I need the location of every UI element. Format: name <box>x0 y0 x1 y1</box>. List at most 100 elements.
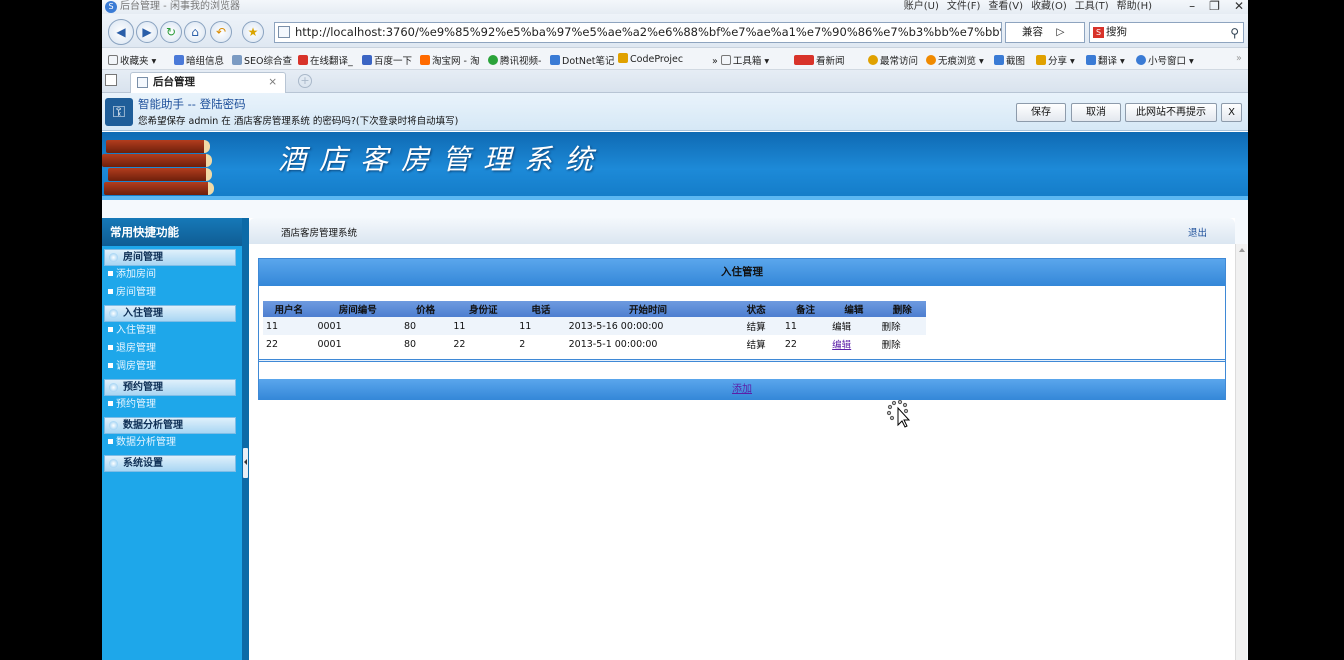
sidebar-group-rooms[interactable]: 房间管理 <box>104 249 236 266</box>
browser-logo-icon: S <box>105 1 117 13</box>
bookmark-favorites[interactable]: 收藏夹 ▾ <box>108 53 156 67</box>
site-banner: 酒店客房管理系统 <box>102 132 1248 200</box>
close-window-icon[interactable]: ✕ <box>1234 0 1244 13</box>
panel-footer: 添加 <box>259 379 1225 400</box>
group-icon <box>109 309 118 318</box>
compat-mode-button[interactable]: 兼容 ▷ <box>1005 22 1085 43</box>
address-bar[interactable]: http://localhost:3760/%e9%85%92%e5%ba%97… <box>274 22 1002 43</box>
menu-view[interactable]: 查看(V) <box>988 0 1023 13</box>
back-arrow-icon[interactable]: ◀ <box>108 19 134 45</box>
delete-link[interactable]: 删除 <box>878 317 926 335</box>
tab-title: 后台管理 <box>153 76 195 88</box>
search-icon[interactable]: ⚲ <box>1230 24 1239 43</box>
bookmark-item[interactable]: 淘宝网 - 淘 <box>420 53 479 67</box>
bookmark-item[interactable]: 分享 ▾ <box>1036 53 1075 67</box>
bookmark-item[interactable]: 百度一下 <box>362 53 412 67</box>
title-bar: S 后台管理 - 闲事我的浏览器 账户(U) 文件(F) 查看(V) 收藏(O)… <box>102 0 1248 14</box>
menu-favorites[interactable]: 收藏(O) <box>1031 0 1067 13</box>
table-header-row: 用户名 房间编号 价格 身份证 电话 开始时间 状态 备注 编辑 删除 <box>263 301 926 317</box>
bookmark-item[interactable]: 最常访问 <box>868 53 918 67</box>
bookmark-item[interactable]: 无痕浏览 ▾ <box>926 53 984 67</box>
menu-file[interactable]: 文件(F) <box>947 0 981 13</box>
cell-id-card: 11 <box>450 317 517 335</box>
col-start-time: 开始时间 <box>565 301 731 317</box>
cell-phone: 2 <box>519 338 526 350</box>
cell-price: 80 <box>403 338 417 350</box>
bookmark-item[interactable]: 看新闻 <box>794 53 845 67</box>
panel-divider <box>259 359 1225 362</box>
sidebar-item-room-manage[interactable]: 房间管理 <box>102 284 242 302</box>
main-panel: 酒店客房管理系统 退出 入住管理 用户名 房间编号 价格 身份证 电话 开始时间 <box>249 218 1247 660</box>
tab-list-icon[interactable] <box>105 74 117 86</box>
cell-room-no: 0001 <box>317 338 342 350</box>
bookmark-item[interactable]: DotNet笔记 <box>550 53 615 67</box>
sidebar-splitter[interactable] <box>242 218 249 660</box>
sidebar-item-reservation-manage[interactable]: 预约管理 <box>102 396 242 414</box>
cell-start-time: 2013-5-1 00:00:00 <box>568 338 658 350</box>
page-icon <box>278 26 290 38</box>
panel-title: 入住管理 <box>259 259 1225 286</box>
more-bookmarks-icon[interactable]: » <box>1236 53 1242 64</box>
tab-admin[interactable]: 后台管理 × <box>130 72 286 93</box>
sidebar-group-settings[interactable]: 系统设置 <box>104 455 236 472</box>
refresh-icon[interactable]: ↻ <box>160 21 182 43</box>
password-helper-title: 智能助手 -- 登陆密码 <box>138 97 246 111</box>
bookmark-item[interactable]: SEO综合查 <box>232 53 292 67</box>
sidebar-item-checkout-manage[interactable]: 退房管理 <box>102 340 242 358</box>
search-input[interactable]: S 搜狗 ⚲ <box>1089 22 1244 43</box>
tab-close-icon[interactable]: × <box>268 73 277 92</box>
home-icon[interactable]: ⌂ <box>184 21 206 43</box>
save-password-button[interactable]: 保存 <box>1016 103 1066 122</box>
sidebar-item-analytics-manage[interactable]: 数据分析管理 <box>102 434 242 452</box>
edit-link[interactable]: 编辑 <box>829 317 879 335</box>
menu-tools[interactable]: 工具(T) <box>1075 0 1109 13</box>
sidebar-item-room-change[interactable]: 调房管理 <box>102 358 242 376</box>
edit-link-visited[interactable]: 编辑 <box>832 340 851 351</box>
never-prompt-button[interactable]: 此网站不再提示 <box>1125 103 1217 122</box>
undo-icon[interactable]: ↶ <box>210 21 232 43</box>
url-text: http://localhost:3760/%e9%85%92%e5%ba%97… <box>295 25 1002 39</box>
sidebar-group-reservation[interactable]: 预约管理 <box>104 379 236 396</box>
sidebar-group-analytics[interactable]: 数据分析管理 <box>104 417 236 434</box>
search-value: 搜狗 <box>1106 26 1127 38</box>
scrollbar[interactable] <box>1235 244 1247 660</box>
favorite-star-icon[interactable]: ★ <box>242 21 264 43</box>
menu-help[interactable]: 帮助(H) <box>1117 0 1152 13</box>
cell-username: 22 <box>266 338 279 350</box>
add-link[interactable]: 添加 <box>732 384 752 395</box>
menu-account[interactable]: 账户(U) <box>904 0 939 13</box>
close-helper-button[interactable]: X <box>1221 103 1242 122</box>
forward-arrow-icon[interactable]: ▶ <box>136 21 158 43</box>
collapse-sidebar-icon[interactable] <box>243 448 248 478</box>
restore-icon[interactable]: ❐ <box>1209 0 1220 13</box>
col-remark: 备注 <box>781 301 830 317</box>
bookmark-item[interactable]: 腾讯视频- <box>488 53 541 67</box>
play-icon[interactable]: ▷ <box>1056 26 1064 38</box>
minimize-icon[interactable]: – <box>1189 0 1195 13</box>
edit-link[interactable]: 编辑 <box>829 335 878 353</box>
group-icon <box>109 253 118 262</box>
sidebar-item-add-room[interactable]: 添加房间 <box>102 266 242 284</box>
sidebar-item-checkin-manage[interactable]: 入住管理 <box>102 322 242 340</box>
logout-link[interactable]: 退出 <box>1188 225 1207 239</box>
sidebar-group-checkin[interactable]: 入住管理 <box>104 305 236 322</box>
cell-start-time: 2013-5-16 00:00:00 <box>565 317 731 335</box>
col-room-no: 房间编号 <box>314 301 401 317</box>
cell-phone: 11 <box>516 317 566 335</box>
tab-strip: 后台管理 × + <box>102 70 1248 93</box>
bookmark-item[interactable]: 翻译 ▾ <box>1086 53 1125 67</box>
new-tab-icon[interactable]: + <box>298 74 312 88</box>
bookmark-item[interactable]: 在线翻译_ <box>298 53 353 67</box>
breadcrumb: 酒店客房管理系统 退出 <box>249 218 1235 244</box>
bookmark-item[interactable]: 截图 <box>994 53 1025 67</box>
bookmark-item[interactable]: » 工具箱 ▾ <box>712 53 769 67</box>
cell-status: 结算 <box>746 340 766 351</box>
table-row: 22 0001 80 22 2 2013-5-1 00:00:00 结算 22 … <box>263 335 926 353</box>
banner-title: 酒店客房管理系统 <box>278 143 607 176</box>
delete-link[interactable]: 删除 <box>879 335 926 353</box>
cancel-password-button[interactable]: 取消 <box>1071 103 1121 122</box>
bookmark-item[interactable]: 暗组信息 <box>174 53 224 67</box>
bookmark-item[interactable]: 小号窗口 ▾ <box>1136 53 1194 67</box>
system-name: 酒店客房管理系统 <box>281 228 358 239</box>
bookmark-item[interactable]: CodeProjec <box>618 53 683 65</box>
